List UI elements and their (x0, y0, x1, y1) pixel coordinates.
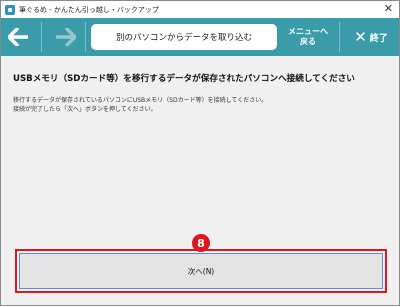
toolbar-divider (41, 22, 42, 52)
exit-label: 終了 (369, 33, 388, 44)
toolbar-divider (339, 22, 340, 52)
app-icon (5, 4, 15, 15)
instruction-line: 接続が完了したら「次へ」ボタンを押してください。 (13, 106, 157, 113)
instruction-line: 移行するデータが保存されているパソコンにUSBメモリ（SDカード等）を接続してく… (13, 97, 268, 104)
step-number-badge: 8 (192, 234, 210, 252)
close-icon: ✕ (354, 28, 367, 46)
window-title: 筆ぐるめ - かんたん引っ越し・バックアップ (19, 5, 159, 14)
toolbar: 別のパソコンからデータを取り込む メニューへ 戻る ✕ 終了 (1, 18, 399, 56)
window-close-button[interactable]: ✕ (384, 2, 393, 16)
menu-back-label-line1: メニューへ (288, 27, 328, 36)
app-window: 筆ぐるめ - かんたん引っ越し・バックアップ ✕ 別のパソコンからデータを取り込… (0, 0, 400, 306)
instruction-heading: USBメモリ（SDカード等）を移行するデータが保存されたパソコンへ接続してくださ… (13, 74, 355, 84)
forward-button[interactable] (53, 18, 79, 56)
instruction-text: 移行するデータが保存されているパソコンにUSBメモリ（SDカード等）を接続してく… (13, 96, 267, 114)
toolbar-divider (85, 22, 86, 52)
menu-back-button[interactable]: メニューへ 戻る (283, 18, 333, 56)
arrow-right-icon (56, 28, 76, 46)
exit-button[interactable]: ✕ 終了 (345, 18, 397, 56)
highlight-frame (15, 249, 387, 293)
back-button[interactable] (5, 18, 31, 56)
menu-back-label-line2: 戻る (300, 37, 316, 46)
step-title-label: 別のパソコンからデータを取り込む (91, 24, 277, 50)
arrow-left-icon (8, 28, 28, 46)
title-bar: 筆ぐるめ - かんたん引っ越し・バックアップ ✕ (1, 1, 399, 18)
